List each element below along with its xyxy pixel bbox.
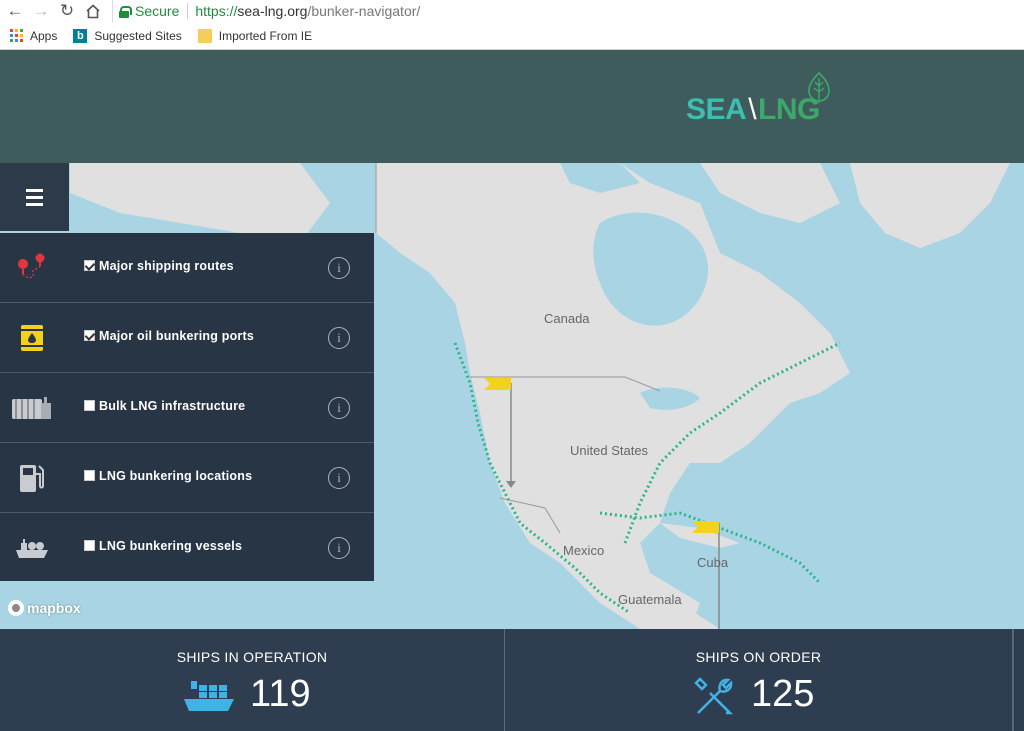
arrow-right-icon[interactable]: → [30, 0, 52, 22]
route-pin-icon [0, 233, 64, 303]
logo-sea: SEA [686, 93, 747, 126]
layer-checkbox[interactable] [84, 330, 95, 341]
bookmark-imported-from-ie[interactable]: Imported From IE [197, 28, 313, 43]
bookmarks-bar: Apps b Suggested Sites Imported From IE [0, 22, 1024, 50]
mapbox-attribution[interactable]: mapbox [8, 600, 81, 616]
layer-row-lng-bunkering-locations[interactable]: LNG bunkering locations i [0, 443, 374, 513]
stat-title: SHIPS ON ORDER [695, 649, 822, 665]
url-scheme: https:// [195, 3, 238, 19]
bookmark-suggested-sites[interactable]: b Suggested Sites [73, 28, 182, 43]
oil-barrel-icon [0, 303, 64, 373]
stat-value: 125 [751, 673, 815, 715]
stat-ships-in-operation: SHIPS IN OPERATION 119 [0, 629, 505, 731]
layer-checkbox[interactable] [84, 470, 95, 481]
info-icon[interactable]: i [328, 327, 350, 349]
bookmark-label: Suggested Sites [94, 28, 182, 43]
mapbox-label: mapbox [27, 600, 81, 616]
layer-checkbox[interactable] [84, 400, 95, 411]
sea-lng-logo[interactable]: SEA \ LNG [686, 93, 820, 127]
layer-checkbox[interactable] [84, 540, 95, 551]
divider [187, 3, 189, 19]
reload-icon[interactable]: ↻ [56, 0, 78, 22]
site-header [0, 50, 1024, 163]
home-icon[interactable] [82, 0, 104, 22]
map-label-mexico: Mexico [563, 543, 605, 558]
address-bar[interactable]: Secure https:// sea-lng.org /bunker-navi… [112, 0, 1024, 22]
bookmark-label: Imported From IE [218, 28, 313, 43]
layer-row-shipping-routes[interactable]: Major shipping routes i [0, 233, 374, 303]
map-label-guatemala: Guatemala [618, 592, 682, 607]
wrench-screwdriver-icon [694, 677, 734, 715]
bookmark-apps[interactable]: Apps [10, 28, 58, 43]
url-path: /bunker-navigator/ [307, 3, 421, 19]
layer-label: Bulk LNG infrastructure [99, 399, 246, 413]
stats-bar: SHIPS IN OPERATION 119 SHIPS ON ORDER 12… [0, 629, 1024, 731]
url-host: sea-lng.org [237, 3, 308, 19]
logo-slash: \ [748, 93, 757, 126]
bing-icon: b [73, 28, 88, 43]
layer-checkbox[interactable] [84, 260, 95, 271]
layer-row-bulk-lng[interactable]: Bulk LNG infrastructure i [0, 373, 374, 443]
info-icon[interactable]: i [328, 537, 350, 559]
stat-value: 119 [250, 673, 311, 715]
stat-ships-on-order: SHIPS ON ORDER 125 [505, 629, 1013, 731]
layer-label: Major shipping routes [99, 259, 234, 273]
info-icon[interactable]: i [328, 467, 350, 489]
fuel-pump-icon [0, 443, 64, 513]
logo-lng: LNG [758, 93, 820, 126]
layer-label: LNG bunkering locations [99, 469, 253, 483]
info-icon[interactable]: i [328, 397, 350, 419]
arrow-left-icon[interactable]: ← [4, 0, 26, 22]
hamburger-icon [26, 188, 43, 192]
bunker-vessel-icon [0, 513, 64, 583]
folder-icon [197, 28, 212, 43]
stats-edge [1013, 629, 1024, 731]
layer-label: LNG bunkering vessels [99, 539, 243, 553]
map-label-canada: Canada [544, 311, 590, 326]
map-label-united-states: United States [570, 443, 649, 458]
browser-toolbar: ← → ↻ Secure https:// sea-lng.org /bunke… [0, 0, 1024, 22]
layer-label: Major oil bunkering ports [99, 329, 255, 343]
bookmark-label: Apps [30, 28, 58, 43]
layer-row-oil-bunkering-ports[interactable]: Major oil bunkering ports i [0, 303, 374, 373]
menu-button[interactable] [0, 163, 69, 231]
map-label-cuba: Cuba [697, 555, 729, 570]
cargo-ship-icon [184, 681, 234, 711]
lng-tank-icon [0, 373, 64, 443]
mapbox-icon [8, 600, 24, 616]
layers-panel: Major shipping routes i Major oil bunker… [0, 233, 374, 581]
apps-grid-icon [10, 28, 23, 43]
secure-label: Secure [135, 3, 180, 19]
info-icon[interactable]: i [328, 257, 350, 279]
layer-row-lng-bunkering-vessels[interactable]: LNG bunkering vessels i [0, 513, 374, 583]
stat-title: SHIPS IN OPERATION [176, 649, 328, 665]
lock-icon [119, 5, 132, 18]
